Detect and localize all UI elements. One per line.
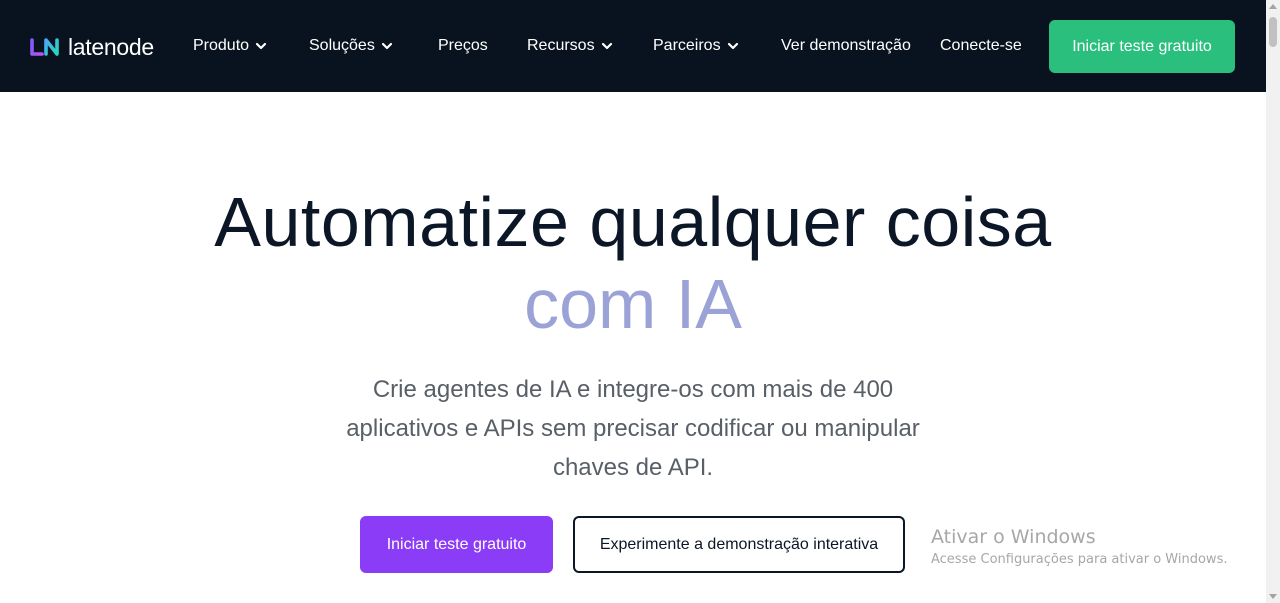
chevron-down-icon — [727, 40, 739, 52]
hero-subtitle: Crie agentes de IA e integre-os com mais… — [346, 376, 920, 481]
chevron-down-icon — [255, 40, 267, 52]
interactive-demo-button[interactable]: Experimente a demonstração interativa — [573, 516, 905, 573]
scroll-down-arrow-icon[interactable] — [1269, 594, 1277, 599]
latenode-logo-icon — [30, 38, 61, 56]
brand-logo[interactable]: latenode — [30, 34, 154, 60]
nav-item-label: Parceiros — [653, 37, 721, 54]
hero-headline-accent: com IA — [524, 265, 742, 343]
chevron-down-icon — [381, 40, 393, 52]
windows-activation-subtitle: Acesse Configurações para ativar o Windo… — [931, 552, 1228, 567]
nav-item-produto[interactable]: Produto — [193, 34, 267, 58]
start-free-trial-button[interactable]: Iniciar teste gratuito — [1049, 20, 1235, 73]
nav-item-ver-demonstracao[interactable]: Ver demonstração — [781, 34, 911, 58]
nav-item-solucoes[interactable]: Soluções — [309, 34, 393, 58]
scrollbar-thumb[interactable] — [1269, 17, 1277, 47]
top-navbar: latenode Produto Soluções Preços Recurso… — [0, 0, 1266, 92]
nav-item-conecte-se[interactable]: Conecte-se — [940, 34, 1022, 58]
nav-item-label: Produto — [193, 37, 250, 54]
nav-item-label: Preços — [438, 37, 488, 54]
brand-name: latenode — [68, 34, 154, 60]
windows-activation-title: Ativar o Windows — [931, 526, 1096, 548]
page: latenode Produto Soluções Preços Recurso… — [0, 0, 1280, 603]
nav-item-precos[interactable]: Preços — [438, 34, 488, 58]
scroll-up-arrow-icon[interactable] — [1269, 4, 1277, 9]
nav-item-label: Conecte-se — [940, 37, 1022, 54]
hero-headline: Automatize qualquer coisa — [214, 183, 1052, 261]
nav-item-label: Soluções — [309, 37, 375, 54]
nav-item-recursos[interactable]: Recursos — [527, 34, 613, 58]
nav-item-label: Ver demonstração — [781, 37, 911, 54]
nav-item-label: Recursos — [527, 37, 595, 54]
hero-start-free-trial-button[interactable]: Iniciar teste gratuito — [360, 516, 553, 573]
vertical-scrollbar[interactable] — [1266, 0, 1280, 603]
chevron-down-icon — [601, 40, 613, 52]
nav-item-parceiros[interactable]: Parceiros — [653, 34, 739, 58]
